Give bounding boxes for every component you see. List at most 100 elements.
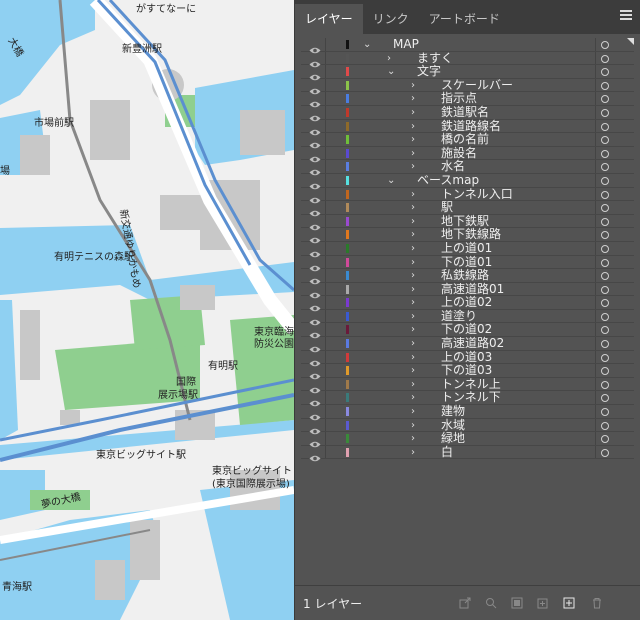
layer-name[interactable]: 道塗り xyxy=(441,309,477,324)
target-circle-icon[interactable] xyxy=(601,380,609,389)
visibility-eye-icon[interactable] xyxy=(309,94,321,108)
chevron-right-icon[interactable]: › xyxy=(411,242,415,255)
layer-name[interactable]: 駅 xyxy=(441,201,453,215)
layer-name[interactable]: MAP xyxy=(393,38,419,52)
layer-row[interactable]: › 水名 xyxy=(301,160,634,176)
visibility-eye-icon[interactable] xyxy=(309,135,321,149)
target-circle-icon[interactable] xyxy=(601,244,609,253)
layer-name[interactable]: 上の道01 xyxy=(441,241,492,256)
layer-name[interactable]: 高速道路02 xyxy=(441,336,504,351)
target-circle-icon[interactable] xyxy=(601,421,609,430)
target-circle-icon[interactable] xyxy=(601,41,609,49)
layer-row[interactable]: ⌄ 文字 xyxy=(301,65,634,81)
visibility-eye-icon[interactable] xyxy=(309,407,321,421)
layer-name[interactable]: ベースmap xyxy=(417,173,479,188)
chevron-right-icon[interactable]: › xyxy=(411,310,415,323)
visibility-eye-icon[interactable] xyxy=(309,285,321,298)
chevron-right-icon[interactable]: › xyxy=(411,432,415,445)
layer-name[interactable]: 文字 xyxy=(417,65,441,79)
layer-name[interactable]: 白 xyxy=(441,445,453,460)
layer-name[interactable]: 鉄道駅名 xyxy=(441,105,489,120)
layer-row[interactable]: › ますく xyxy=(301,51,634,67)
layer-row[interactable]: › 私鉄線路 xyxy=(301,268,634,285)
chevron-right-icon[interactable]: › xyxy=(411,201,415,214)
chevron-right-icon[interactable]: › xyxy=(411,256,415,269)
chevron-down-icon[interactable]: ⌄ xyxy=(387,174,395,187)
target-circle-icon[interactable] xyxy=(601,204,609,213)
tab-links[interactable]: リンク xyxy=(363,4,419,34)
target-circle-icon[interactable] xyxy=(601,108,609,117)
visibility-eye-icon[interactable] xyxy=(309,162,321,176)
layer-name[interactable]: トンネル上 xyxy=(441,377,501,392)
visibility-eye-icon[interactable] xyxy=(309,54,321,67)
chevron-right-icon[interactable]: › xyxy=(411,419,415,432)
chevron-down-icon[interactable]: ⌄ xyxy=(387,65,395,78)
tab-layers[interactable]: レイヤー xyxy=(295,4,363,34)
visibility-eye-icon[interactable] xyxy=(309,81,321,95)
layer-row[interactable]: ⌄ ベースmap xyxy=(301,173,634,190)
layer-row[interactable]: › 施設名 xyxy=(301,146,634,162)
layer-row[interactable]: › 鉄道駅名 xyxy=(301,105,634,122)
visibility-eye-icon[interactable] xyxy=(309,421,321,434)
layer-row[interactable]: › 白 xyxy=(301,445,634,462)
target-circle-icon[interactable] xyxy=(601,136,609,145)
layer-row[interactable]: › トンネル上 xyxy=(301,377,634,394)
target-circle-icon[interactable] xyxy=(601,95,609,104)
layer-name[interactable]: 上の道02 xyxy=(441,296,492,310)
layer-row[interactable]: › 道塗り xyxy=(301,309,634,326)
layer-row[interactable]: › 橋の名前 xyxy=(301,133,634,149)
target-circle-icon[interactable] xyxy=(601,122,609,131)
chevron-right-icon[interactable]: › xyxy=(411,378,415,391)
target-circle-icon[interactable] xyxy=(601,285,609,294)
layer-row[interactable]: › 上の道03 xyxy=(301,350,634,366)
target-circle-icon[interactable] xyxy=(601,163,609,172)
visibility-eye-icon[interactable] xyxy=(309,298,321,312)
target-circle-icon[interactable] xyxy=(601,435,609,444)
visibility-eye-icon[interactable] xyxy=(309,190,321,203)
trash-icon[interactable] xyxy=(591,597,603,609)
visibility-eye-icon[interactable] xyxy=(309,122,321,135)
target-circle-icon[interactable] xyxy=(601,312,609,321)
new-sublayer-icon[interactable] xyxy=(537,597,549,609)
chevron-right-icon[interactable]: › xyxy=(411,215,415,228)
layer-name[interactable]: 緑地 xyxy=(441,432,465,446)
layer-row[interactable]: › 建物 xyxy=(301,404,634,421)
layer-row[interactable]: › トンネル下 xyxy=(301,391,634,407)
layer-name[interactable]: 指示点 xyxy=(441,92,477,106)
layer-name[interactable]: 高速道路01 xyxy=(441,282,504,297)
target-circle-icon[interactable] xyxy=(601,326,609,335)
visibility-eye-icon[interactable] xyxy=(309,176,321,190)
layer-name[interactable]: 建物 xyxy=(441,404,465,419)
target-circle-icon[interactable] xyxy=(601,190,609,199)
target-circle-icon[interactable] xyxy=(601,299,609,308)
chevron-right-icon[interactable]: › xyxy=(411,188,415,201)
visibility-eye-icon[interactable] xyxy=(309,393,321,407)
layer-row[interactable]: › 下の道03 xyxy=(301,364,634,380)
clipping-mask-icon[interactable] xyxy=(511,597,523,609)
chevron-right-icon[interactable]: › xyxy=(411,79,415,92)
chevron-right-icon[interactable]: › xyxy=(411,364,415,377)
visibility-eye-icon[interactable] xyxy=(309,258,321,271)
layer-name[interactable]: 上の道03 xyxy=(441,350,492,365)
new-layer-icon[interactable] xyxy=(563,597,575,609)
chevron-right-icon[interactable]: › xyxy=(411,446,415,459)
map-canvas[interactable]: がすてなーに 新豊洲駅 市場前駅 新交通ゆりかもめ 有明テニスの森駅 東京臨海 … xyxy=(0,0,294,620)
visibility-eye-icon[interactable] xyxy=(309,325,321,339)
layer-row[interactable]: › 水域 xyxy=(301,418,634,434)
target-circle-icon[interactable] xyxy=(601,68,609,77)
chevron-right-icon[interactable]: › xyxy=(411,160,415,173)
visibility-eye-icon[interactable] xyxy=(309,312,321,326)
layer-row[interactable]: › 駅 xyxy=(301,201,634,217)
visibility-eye-icon[interactable] xyxy=(309,149,321,162)
tab-artboards[interactable]: アートボード xyxy=(419,4,510,34)
chevron-right-icon[interactable]: › xyxy=(411,323,415,336)
visibility-eye-icon[interactable] xyxy=(309,108,321,122)
layer-name[interactable]: トンネル入口 xyxy=(441,187,513,202)
visibility-eye-icon[interactable] xyxy=(309,366,321,380)
target-circle-icon[interactable] xyxy=(601,448,609,457)
layer-name[interactable]: 地下鉄線路 xyxy=(441,228,501,242)
visibility-eye-icon[interactable] xyxy=(309,353,321,366)
chevron-right-icon[interactable]: › xyxy=(411,147,415,160)
target-circle-icon[interactable] xyxy=(601,353,609,362)
chevron-right-icon[interactable]: › xyxy=(411,391,415,404)
